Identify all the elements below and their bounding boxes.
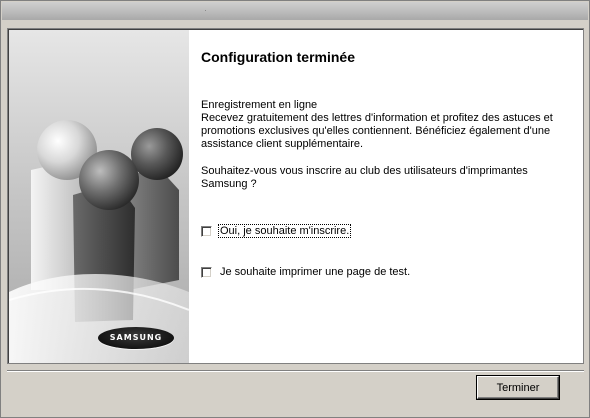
registration-paragraph: Enregistrement en ligne Recevez gratuite… xyxy=(201,99,571,151)
samsung-logo: SAMSUNG xyxy=(98,327,174,349)
installer-window: SAMSUNG Configuration terminée Enregistr… xyxy=(0,0,590,418)
register-checkbox[interactable] xyxy=(201,225,212,237)
print-test-page-option[interactable]: Je souhaite imprimer une page de test. xyxy=(201,265,411,279)
finish-button[interactable]: Terminer xyxy=(477,376,559,399)
title-bar[interactable] xyxy=(2,2,588,20)
footer-separator xyxy=(7,370,584,372)
club-question: Souhaitez-vous vous inscrire au club des… xyxy=(201,165,528,190)
printer-art-graphic xyxy=(9,30,189,363)
registration-description: Recevez gratuitement des lettres d'infor… xyxy=(201,112,553,150)
page-title: Configuration terminée xyxy=(201,49,356,65)
print-test-page-checkbox[interactable] xyxy=(201,266,212,278)
content-panel: SAMSUNG Configuration terminée Enregistr… xyxy=(7,28,584,364)
print-test-page-label[interactable]: Je souhaite imprimer une page de test. xyxy=(219,266,411,278)
decorative-artwork: SAMSUNG xyxy=(9,30,189,363)
register-option[interactable]: Oui, je souhaite m'inscrire. xyxy=(201,224,352,238)
register-option-label[interactable]: Oui, je souhaite m'inscrire. xyxy=(217,224,352,238)
title-bar-mark xyxy=(205,10,206,11)
registration-heading: Enregistrement en ligne xyxy=(201,99,318,111)
